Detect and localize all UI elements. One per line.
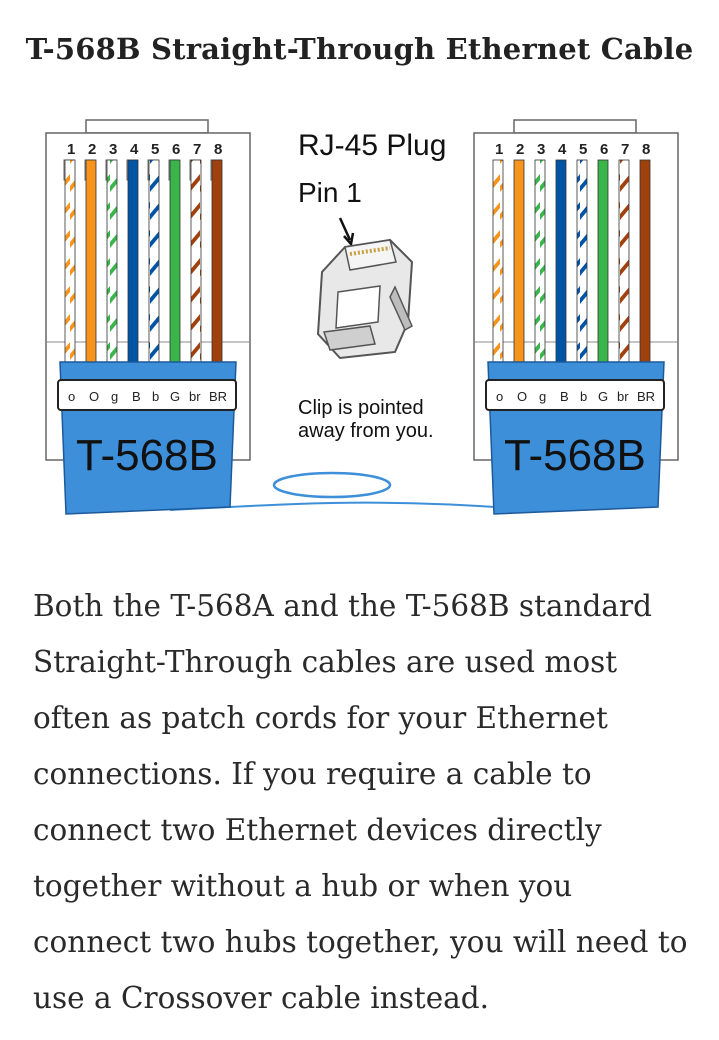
right-standard-label: T-568B [504, 431, 646, 480]
right-code-6: G [598, 389, 608, 404]
left-code-2: O [89, 389, 99, 404]
left-pin-3: 3 [109, 141, 117, 158]
right-wire-7 [618, 159, 630, 367]
left-pin-1: 1 [67, 141, 75, 158]
article-paragraph: Both the T-568A and the T-568B standard … [33, 589, 688, 1015]
right-wire-3 [534, 159, 546, 367]
left-code-3: g [111, 389, 118, 404]
wiring-diagram-svg: 1 2 3 4 5 6 7 8 o O g B b G br BR T-568B… [45, 119, 679, 515]
left-pin-7: 7 [193, 141, 201, 158]
left-wire-1 [64, 159, 76, 367]
right-connector: 1 2 3 4 5 6 7 8 o O g B b G br BR T-568B [473, 119, 679, 515]
right-pin-3: 3 [537, 141, 545, 158]
left-pin-8: 8 [214, 141, 222, 158]
right-wire-1 [492, 159, 504, 367]
left-pin-6: 6 [172, 141, 180, 158]
left-wire-7 [190, 159, 202, 367]
right-pin-7: 7 [621, 141, 629, 158]
right-wire-4 [555, 159, 567, 367]
left-wire-6 [169, 159, 181, 367]
left-pin-4: 4 [130, 141, 139, 158]
right-wire-6 [597, 159, 609, 367]
right-wire-2 [513, 159, 525, 367]
left-standard-label: T-568B [76, 431, 218, 480]
plug-title: RJ-45 Plug [298, 129, 446, 162]
right-code-2: O [517, 389, 527, 404]
right-wire-8 [639, 159, 651, 367]
left-pin-2: 2 [88, 141, 96, 158]
right-code-7: br [617, 389, 629, 404]
right-pin-5: 5 [579, 141, 587, 158]
right-code-1: o [496, 389, 503, 404]
left-code-7: br [189, 389, 201, 404]
left-code-4: B [132, 389, 141, 404]
page-title: T-568B Straight-Through Ethernet Cable [25, 32, 694, 66]
left-wire-2 [85, 159, 97, 367]
left-pin-5: 5 [151, 141, 159, 158]
right-code-8: BR [637, 389, 655, 404]
right-code-4: B [560, 389, 569, 404]
left-code-5: b [152, 389, 159, 404]
right-pin-6: 6 [600, 141, 608, 158]
right-pin-2: 2 [516, 141, 524, 158]
clip-note-line-2: away from you. [298, 420, 434, 442]
wiring-diagram: 1 2 3 4 5 6 7 8 o O g B b G br BR T-568B… [40, 112, 685, 522]
left-wire-4 [127, 159, 139, 367]
left-wire-5 [148, 159, 160, 367]
left-wire-8 [211, 159, 223, 367]
left-connector: 1 2 3 4 5 6 7 8 o O g B b G br BR T-568B [45, 119, 251, 515]
clip-note-line-1: Clip is pointed [298, 397, 424, 419]
right-wire-5 [576, 159, 588, 367]
left-code-1: o [68, 389, 75, 404]
left-code-8: BR [209, 389, 227, 404]
right-code-3: g [539, 389, 546, 404]
right-code-5: b [580, 389, 587, 404]
right-pin-4: 4 [558, 141, 567, 158]
cable-loop [272, 471, 392, 499]
right-pin-1: 1 [495, 141, 503, 158]
left-code-6: G [170, 389, 180, 404]
right-pin-8: 8 [642, 141, 650, 158]
pin1-label: Pin 1 [298, 177, 362, 208]
rj45-plug-illustration: RJ-45 Plug Pin 1 Clip is pointed away fr… [298, 129, 446, 442]
left-wire-3 [106, 159, 118, 367]
